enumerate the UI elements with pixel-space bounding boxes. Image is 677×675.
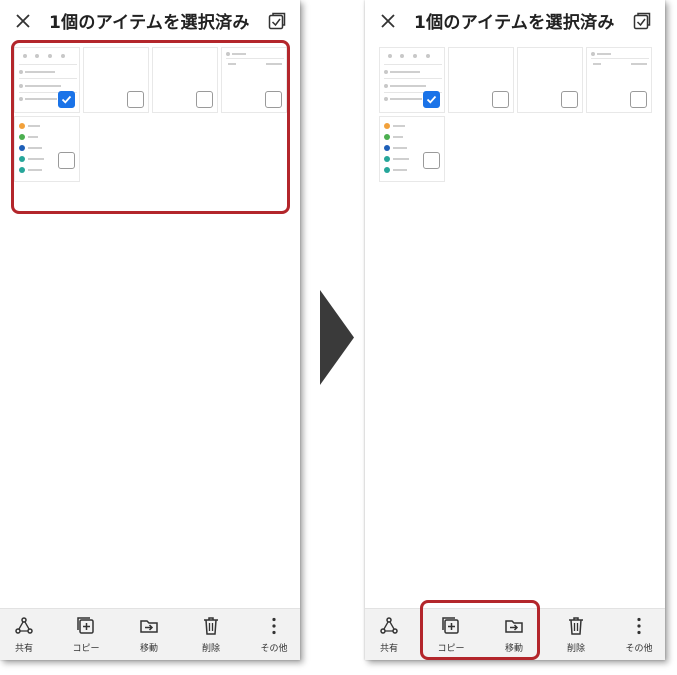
selection-title: 1個のアイテムを選択済み: [49, 13, 250, 33]
item-checkbox[interactable]: [561, 91, 578, 108]
action-toolbar: 共有 コピー 移動 削除 その他: [0, 608, 300, 660]
screen-after: 1個のアイテムを選択済み 共有 コピー 移動 削除 その他: [365, 0, 665, 660]
selection-topbar: 1個のアイテムを選択済み: [365, 0, 665, 42]
move-folder-icon: [140, 620, 158, 633]
more-label: その他: [260, 644, 288, 654]
close-icon[interactable]: [13, 11, 33, 31]
copy-label: コピー: [72, 644, 100, 654]
more-vert-icon: [637, 617, 641, 635]
share-button[interactable]: 共有: [0, 609, 48, 660]
delete-label: 削除: [566, 644, 585, 654]
comparison-stage: 1個のアイテムを選択済み 共有 コピー 移動 削除 その他 1個のアイテムを選択…: [0, 0, 677, 675]
screen-before: 1個のアイテムを選択済み 共有 コピー 移動 削除 その他: [0, 0, 300, 660]
item-checkbox[interactable]: [492, 91, 509, 108]
thumbnail-item[interactable]: [586, 47, 652, 113]
more-vert-icon: [272, 617, 276, 635]
arrow-right-icon: [320, 290, 354, 385]
trash-icon: [204, 617, 218, 635]
select-all-icon[interactable]: [268, 12, 286, 30]
item-checkbox-checked[interactable]: [423, 91, 440, 108]
share-label: 共有: [14, 644, 33, 654]
copy-icon: [77, 617, 94, 634]
close-icon[interactable]: [378, 11, 398, 31]
share-label: 共有: [379, 644, 398, 654]
share-button[interactable]: 共有: [365, 609, 413, 660]
selection-title: 1個のアイテムを選択済み: [414, 13, 615, 33]
item-checkbox[interactable]: [423, 152, 440, 169]
share-icon: [15, 617, 33, 634]
select-all-icon[interactable]: [633, 12, 651, 30]
share-icon: [380, 617, 398, 634]
copy-button[interactable]: コピー: [62, 609, 110, 660]
delete-button[interactable]: 削除: [552, 609, 600, 660]
highlight-thumbnails: [11, 40, 290, 214]
thumbnail-item[interactable]: [517, 47, 583, 113]
item-checkbox[interactable]: [630, 91, 647, 108]
more-button[interactable]: その他: [250, 609, 298, 660]
more-button[interactable]: その他: [615, 609, 663, 660]
more-label: その他: [625, 644, 653, 654]
thumbnail-item[interactable]: [379, 47, 445, 113]
delete-label: 削除: [201, 644, 220, 654]
highlight-copy-move: [420, 600, 540, 660]
thumbnail-item[interactable]: [448, 47, 514, 113]
thumbnail-item[interactable]: [379, 116, 445, 182]
selection-topbar: 1個のアイテムを選択済み: [0, 0, 300, 42]
move-button[interactable]: 移動: [125, 609, 173, 660]
delete-button[interactable]: 削除: [187, 609, 235, 660]
trash-icon: [569, 617, 583, 635]
move-label: 移動: [139, 644, 158, 654]
